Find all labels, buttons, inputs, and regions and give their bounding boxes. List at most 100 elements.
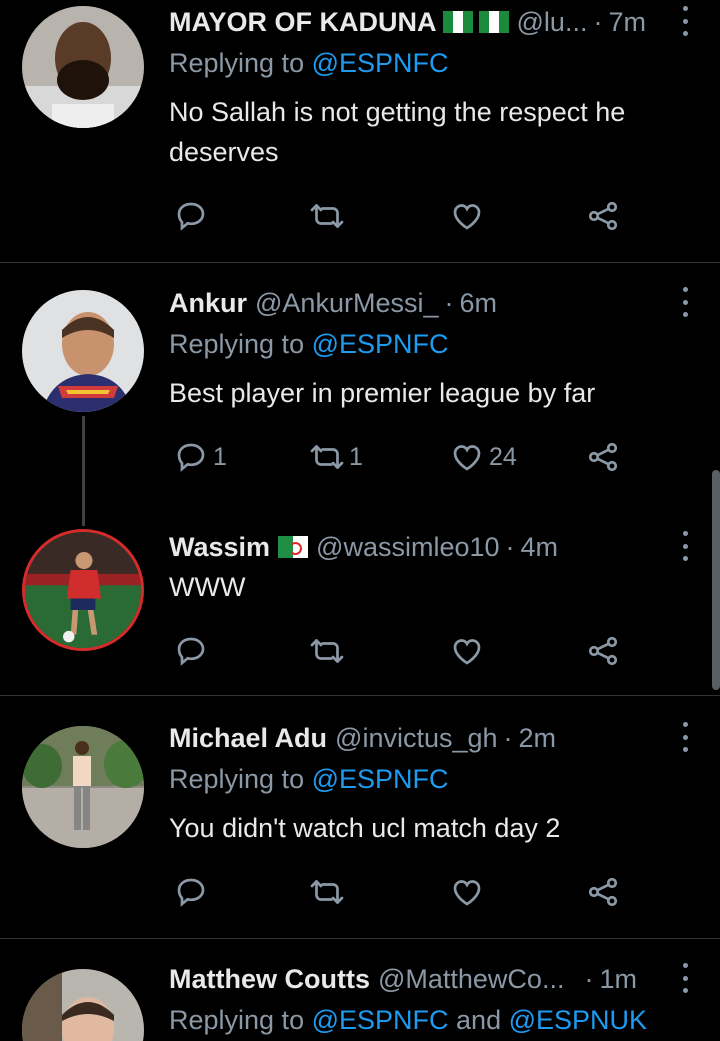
like-icon: [449, 439, 485, 475]
like-icon: [449, 874, 485, 910]
display-name[interactable]: Wassim: [169, 532, 270, 563]
replying-to-and: and: [448, 1005, 509, 1035]
user-handle[interactable]: @lu...: [517, 7, 588, 38]
timestamp[interactable]: 6m: [459, 288, 497, 319]
more-options-icon[interactable]: [680, 963, 690, 993]
share-icon: [585, 198, 621, 234]
replying-to-label: Replying to: [169, 329, 312, 359]
avatar[interactable]: [22, 726, 144, 848]
scrollbar[interactable]: [712, 470, 720, 690]
share-icon: [585, 439, 621, 475]
action-bar: 1 1 24: [169, 437, 649, 477]
retweet-button[interactable]: [309, 196, 349, 236]
tweet-header: Ankur @AnkurMessi_ · 6m: [169, 285, 660, 321]
like-count: 24: [489, 442, 517, 471]
reply-button[interactable]: [173, 196, 213, 236]
more-options-icon[interactable]: [680, 6, 690, 36]
display-name[interactable]: Michael Adu: [169, 723, 327, 754]
tweet-header: Wassim @wassimleo10 · 4m: [169, 529, 660, 565]
reply-icon: [173, 874, 209, 910]
like-icon: [449, 198, 485, 234]
more-options-icon[interactable]: [680, 287, 690, 317]
share-button[interactable]: [585, 196, 621, 236]
reply-button[interactable]: 1: [173, 437, 227, 477]
more-options-icon[interactable]: [680, 531, 690, 561]
replying-to: Replying to @ESPNFC and @ESPNUK: [169, 1005, 647, 1036]
user-handle[interactable]: @AnkurMessi_: [255, 288, 438, 319]
timestamp[interactable]: 7m: [608, 7, 646, 38]
tweet-ankur[interactable]: Ankur @AnkurMessi_ · 6m Replying to @ESP…: [0, 263, 720, 503]
display-name[interactable]: MAYOR OF KADUNA: [169, 7, 437, 38]
separator-dot: ·: [444, 287, 454, 318]
display-name[interactable]: Matthew Coutts: [169, 964, 370, 995]
separator-dot: ·: [593, 6, 603, 37]
avatar[interactable]: [22, 969, 144, 1041]
share-icon: [585, 874, 621, 910]
user-handle[interactable]: @invictus_gh: [335, 723, 498, 754]
share-button[interactable]: [585, 872, 621, 912]
tweet-wassim[interactable]: Wassim @wassimleo10 · 4m WWW: [0, 503, 720, 695]
tweet-text: WWW: [169, 572, 246, 602]
retweet-icon: [309, 633, 345, 669]
action-bar: [169, 631, 649, 671]
replying-to-label: Replying to: [169, 1005, 312, 1035]
avatar[interactable]: [22, 6, 144, 128]
replying-to: Replying to @ESPNFC: [169, 764, 449, 795]
replying-to-label: Replying to: [169, 764, 312, 794]
retweet-icon: [309, 198, 345, 234]
reply-count: 1: [213, 442, 227, 471]
timestamp[interactable]: 1m: [599, 964, 637, 995]
like-button[interactable]: 24: [449, 437, 517, 477]
retweet-button[interactable]: [309, 872, 349, 912]
reply-button[interactable]: [173, 631, 213, 671]
mention-link[interactable]: @ESPNFC: [312, 329, 449, 359]
mention-link[interactable]: @ESPNFC: [312, 48, 449, 78]
nigeria-flag-icon: [442, 11, 473, 33]
algeria-flag-icon: [278, 536, 309, 558]
timestamp[interactable]: 2m: [519, 723, 557, 754]
like-button[interactable]: [449, 196, 489, 236]
tweet-text: No Sallah is not getting the respect he …: [169, 97, 626, 167]
tweet-text: You didn't watch ucl match day 2: [169, 813, 561, 843]
action-bar: [169, 196, 649, 236]
replying-to: Replying to @ESPNFC: [169, 48, 449, 79]
nigeria-flag-icon: [478, 11, 509, 33]
like-icon: [449, 633, 485, 669]
display-name[interactable]: Ankur: [169, 288, 247, 319]
tweet-header: MAYOR OF KADUNA @lu... · 7m: [169, 4, 660, 40]
user-handle[interactable]: @wassimleo10: [316, 532, 499, 563]
like-button[interactable]: [449, 631, 489, 671]
like-button[interactable]: [449, 872, 489, 912]
tweet-text: Best player in premier league by far: [169, 378, 596, 408]
retweet-button[interactable]: 1: [309, 437, 363, 477]
retweet-button[interactable]: [309, 631, 349, 671]
retweet-icon: [309, 874, 345, 910]
mention-link-2[interactable]: @ESPNUK: [509, 1005, 647, 1035]
reply-button[interactable]: [173, 872, 213, 912]
tweet-michael-adu[interactable]: Michael Adu @invictus_gh · 2m Replying t…: [0, 696, 720, 938]
tweet-matthew-coutts[interactable]: Matthew Coutts @MatthewCo... · 1m Replyi…: [0, 939, 720, 1041]
more-options-icon[interactable]: [680, 722, 690, 752]
user-handle[interactable]: @MatthewCo...: [378, 964, 564, 995]
reply-icon: [173, 439, 209, 475]
avatar[interactable]: [22, 529, 144, 651]
separator-dot: ·: [503, 722, 513, 753]
retweet-icon: [309, 439, 345, 475]
reply-icon: [173, 198, 209, 234]
mention-link[interactable]: @ESPNFC: [312, 764, 449, 794]
tweet-header: Matthew Coutts @MatthewCo... · 1m: [169, 961, 660, 997]
retweet-count: 1: [349, 442, 363, 471]
separator-dot: ·: [505, 531, 515, 562]
mention-link[interactable]: @ESPNFC: [312, 1005, 449, 1035]
replying-to-label: Replying to: [169, 48, 312, 78]
share-button[interactable]: [585, 631, 621, 671]
action-bar: [169, 872, 649, 912]
avatar[interactable]: [22, 290, 144, 412]
tweet-header: Michael Adu @invictus_gh · 2m: [169, 720, 660, 756]
share-icon: [585, 633, 621, 669]
tweet-mayor-of-kaduna[interactable]: MAYOR OF KADUNA @lu... · 7m Replying to …: [0, 0, 720, 262]
separator-dot: ·: [584, 963, 594, 994]
replying-to: Replying to @ESPNFC: [169, 329, 449, 360]
share-button[interactable]: [585, 437, 621, 477]
timestamp[interactable]: 4m: [521, 532, 559, 563]
